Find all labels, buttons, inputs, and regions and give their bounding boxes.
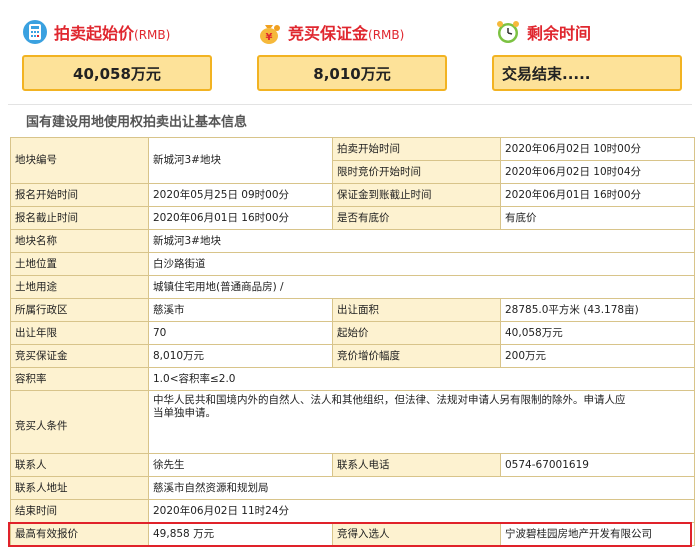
deposit-value-box: 8,010万元 bbox=[257, 55, 447, 91]
table-row: 出让年限 70 起始价 40,058万元 bbox=[10, 321, 695, 345]
years-value: 70 bbox=[148, 321, 333, 345]
svg-text:¥: ¥ bbox=[266, 32, 273, 43]
reg-start-value: 2020年05月25日 09时00分 bbox=[148, 183, 333, 207]
deposit-label: 竞买保证金 bbox=[288, 24, 369, 43]
start-price-value: 40,058万元 bbox=[73, 64, 161, 83]
table-row: 联系人地址 慈溪市自然资源和规划局 bbox=[10, 476, 695, 500]
auction-start-label: 拍卖开始时间 bbox=[332, 137, 501, 161]
reserve-label: 是否有底价 bbox=[332, 206, 501, 230]
table-row: 土地用途 城镇住宅用地(普通商品房) / bbox=[10, 275, 695, 299]
land-info-table: 地块编号 新城河3#地块 拍卖开始时间 2020年06月02日 10时00分 限… bbox=[10, 137, 695, 546]
land-use-value: 城镇住宅用地(普通商品房) / bbox=[148, 275, 695, 299]
table-row: 土地位置 白沙路街道 bbox=[10, 252, 695, 276]
deposit-deadline-value: 2020年06月01日 16时00分 bbox=[500, 183, 695, 207]
years-label: 出让年限 bbox=[10, 321, 149, 345]
start-price-heading: 拍卖起始价(RMB) bbox=[22, 16, 170, 48]
winner-label: 竞得入选人 bbox=[332, 522, 501, 546]
district-value: 慈溪市 bbox=[148, 298, 333, 322]
contact-label: 联系人 bbox=[10, 453, 149, 477]
auction-summary-header: 拍卖起始价(RMB) 40,058万元 ¥ 竞买保证金(RMB) 8,010万元 bbox=[0, 0, 700, 100]
remaining-time-label: 剩余时间 bbox=[527, 24, 592, 43]
increment-value: 200万元 bbox=[500, 344, 695, 368]
remaining-time-heading: 剩余时间 bbox=[495, 16, 591, 48]
parcel-name-label: 地块名称 bbox=[10, 229, 149, 253]
table-row: 竞买人条件 中华人民共和国境内外的自然人、法人和其他组织，但法律、法规对申请人另… bbox=[10, 390, 695, 454]
area-label: 出让面积 bbox=[332, 298, 501, 322]
alarm-clock-icon bbox=[495, 19, 521, 45]
reg-end-label: 报名截止时间 bbox=[10, 206, 149, 230]
table-row: 报名截止时间 2020年06月01日 16时00分 是否有底价 有底价 bbox=[10, 206, 695, 230]
deposit-heading: ¥ 竞买保证金(RMB) bbox=[256, 16, 404, 48]
table-row: 地块名称 新城河3#地块 bbox=[10, 229, 695, 253]
table-row: 报名开始时间 2020年05月25日 09时00分 保证金到账截止时间 2020… bbox=[10, 183, 695, 207]
remaining-time-value-box: 交易结束..... bbox=[492, 55, 682, 91]
parcel-no-value: 新城河3#地块 bbox=[148, 137, 333, 184]
auction-start-value: 2020年06月02日 10时00分 bbox=[500, 137, 695, 161]
deposit-unit: (RMB) bbox=[368, 28, 405, 42]
address-value: 慈溪市自然资源和规划局 bbox=[148, 476, 695, 500]
top-bid-value: 49,858 万元 bbox=[148, 522, 333, 546]
end-time-label: 结束时间 bbox=[10, 499, 149, 523]
bid-start-value: 2020年06月02日 10时04分 bbox=[500, 160, 695, 184]
contact-value: 徐先生 bbox=[148, 453, 333, 477]
reg-start-label: 报名开始时间 bbox=[10, 183, 149, 207]
money-bag-icon: ¥ bbox=[256, 19, 282, 45]
table-deposit-value: 8,010万元 bbox=[148, 344, 333, 368]
phone-label: 联系人电话 bbox=[332, 453, 501, 477]
table-row: 联系人 徐先生 联系人电话 0574-67001619 bbox=[10, 453, 695, 477]
reserve-value: 有底价 bbox=[500, 206, 695, 230]
table-row: 所属行政区 慈溪市 出让面积 28785.0平方米 (43.178亩) bbox=[10, 298, 695, 322]
table-row: 最高有效报价 49,858 万元 竞得入选人 宁波碧桂园房地产开发有限公司 bbox=[10, 522, 695, 546]
land-use-label: 土地用途 bbox=[10, 275, 149, 299]
top-bid-label: 最高有效报价 bbox=[10, 522, 149, 546]
phone-value: 0574-67001619 bbox=[500, 453, 695, 477]
start-price-label: 拍卖起始价 bbox=[54, 24, 135, 43]
location-label: 土地位置 bbox=[10, 252, 149, 276]
parcel-name-value: 新城河3#地块 bbox=[148, 229, 695, 253]
table-row: 结束时间 2020年06月02日 11时24分 bbox=[10, 499, 695, 523]
deposit-value: 8,010万元 bbox=[313, 64, 391, 83]
increment-label: 竞价增价幅度 bbox=[332, 344, 501, 368]
table-row: 竞买保证金 8,010万元 竞价增价幅度 200万元 bbox=[10, 344, 695, 368]
section-header: 国有建设用地使用权拍卖出让基本信息 bbox=[8, 104, 692, 135]
area-value: 28785.0平方米 (43.178亩) bbox=[500, 298, 695, 322]
bid-start-label: 限时竞价开始时间 bbox=[332, 160, 501, 184]
deposit-deadline-label: 保证金到账截止时间 bbox=[332, 183, 501, 207]
reg-end-value: 2020年06月01日 16时00分 bbox=[148, 206, 333, 230]
table-deposit-label: 竞买保证金 bbox=[10, 344, 149, 368]
table-start-price-label: 起始价 bbox=[332, 321, 501, 345]
table-row: 容积率 1.0<容积率≤2.0 bbox=[10, 367, 695, 391]
address-label: 联系人地址 bbox=[10, 476, 149, 500]
remaining-time-value: 交易结束..... bbox=[502, 64, 591, 83]
table-start-price-value: 40,058万元 bbox=[500, 321, 695, 345]
far-label: 容积率 bbox=[10, 367, 149, 391]
winner-value: 宁波碧桂园房地产开发有限公司 bbox=[500, 522, 695, 546]
table-row: 地块编号 新城河3#地块 拍卖开始时间 2020年06月02日 10时00分 bbox=[10, 137, 695, 184]
far-value: 1.0<容积率≤2.0 bbox=[148, 367, 695, 391]
district-label: 所属行政区 bbox=[10, 298, 149, 322]
bidder-label: 竞买人条件 bbox=[10, 390, 149, 454]
end-time-value: 2020年06月02日 11时24分 bbox=[148, 499, 695, 523]
start-price-unit: (RMB) bbox=[134, 28, 171, 42]
location-value: 白沙路街道 bbox=[148, 252, 695, 276]
calculator-icon bbox=[22, 19, 48, 45]
section-title: 国有建设用地使用权拍卖出让基本信息 bbox=[26, 115, 248, 130]
bidder-value: 中华人民共和国境内外的自然人、法人和其他组织，但法律、法规对申请人另有限制的除外… bbox=[148, 390, 695, 454]
parcel-no-label: 地块编号 bbox=[10, 137, 149, 184]
start-price-value-box: 40,058万元 bbox=[22, 55, 212, 91]
